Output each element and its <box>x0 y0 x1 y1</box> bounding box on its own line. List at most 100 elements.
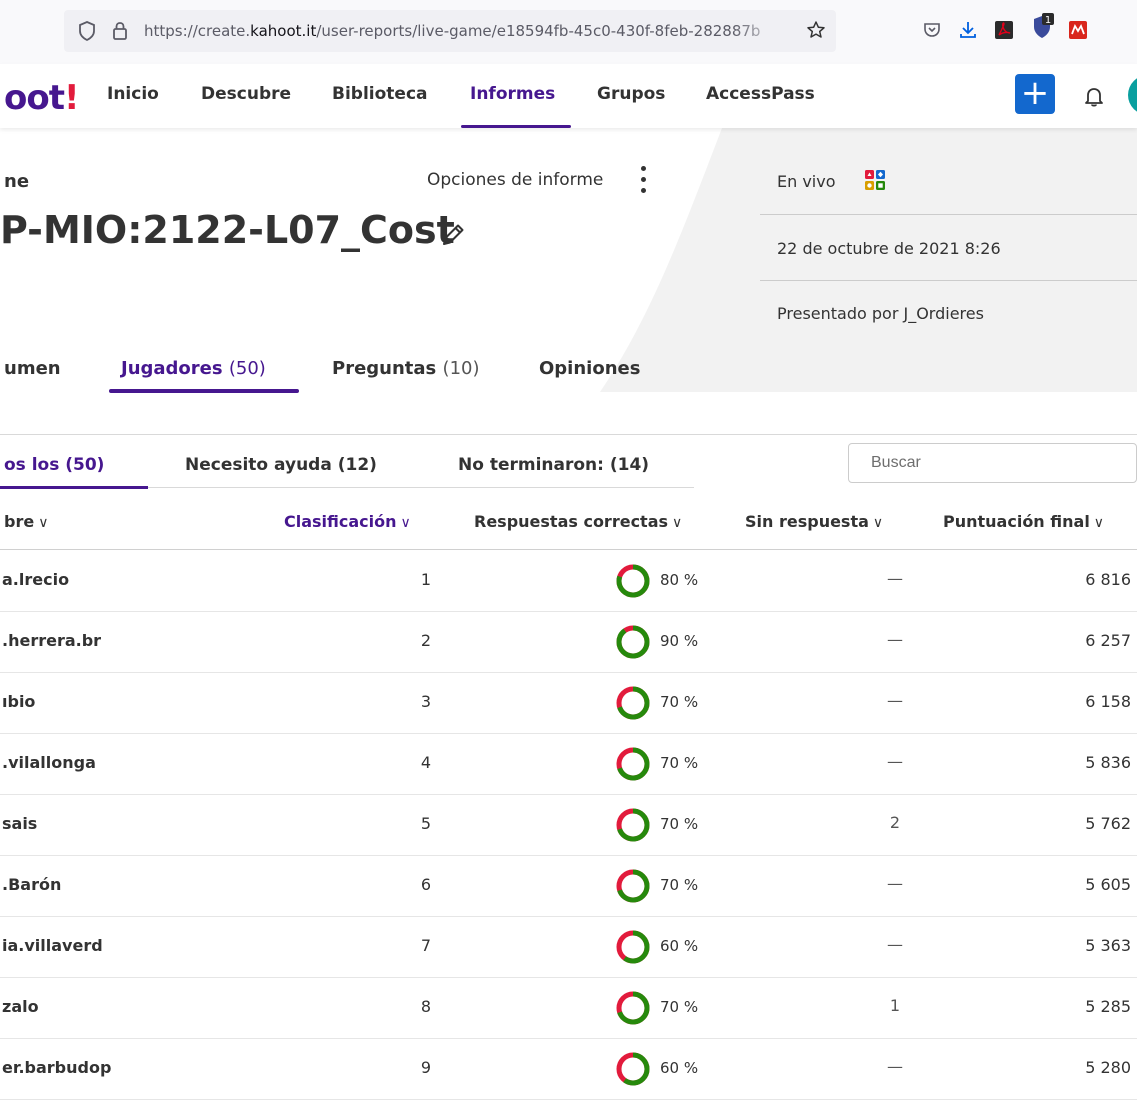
player-rank: 7 <box>420 936 431 955</box>
player-rank: 6 <box>420 875 431 894</box>
extension-red-icon[interactable] <box>1068 20 1088 40</box>
column-header-rank[interactable]: Clasificación ∨ <box>284 512 411 531</box>
live-game-icon <box>865 170 885 190</box>
tab-jugadores[interactable]: Jugadores (50) <box>121 358 266 379</box>
nav-item-descubre[interactable]: Descubre <box>201 84 291 104</box>
unanswered-count: — <box>887 935 903 954</box>
nav-item-biblioteca[interactable]: Biblioteca <box>332 84 428 104</box>
url-text: https://create.kahoot.it/user-reports/li… <box>144 22 761 40</box>
kebab-menu-icon[interactable] <box>636 164 650 194</box>
player-name[interactable]: sais <box>2 814 37 833</box>
correct-answers-percent: 70 % <box>660 876 699 894</box>
report-date: 22 de octubre de 2021 8:26 <box>777 239 1001 258</box>
player-name[interactable]: zalo <box>2 997 39 1016</box>
tab-resumen[interactable]: umen <box>4 358 61 379</box>
tab-opiniones[interactable]: Opiniones <box>539 358 640 379</box>
table-row[interactable]: er.barbudop 9 60 % — 5 280 <box>0 1039 1137 1100</box>
kahoot-logo[interactable]: oot! <box>4 78 79 118</box>
column-header-name[interactable]: bre ∨ <box>4 512 48 531</box>
player-name[interactable]: .vilallonga <box>2 753 96 772</box>
table-row[interactable]: .vilallonga 4 70 % — 5 836 <box>0 734 1137 795</box>
lock-icon[interactable] <box>112 21 128 41</box>
player-rank: 4 <box>420 753 431 772</box>
unanswered-count: — <box>887 1057 903 1076</box>
nav-item-informes[interactable]: Informes <box>470 84 555 104</box>
player-name[interactable]: ıbio <box>2 692 35 711</box>
table-row[interactable]: .herrera.br 2 90 % — 6 257 <box>0 612 1137 673</box>
shield-icon[interactable] <box>78 21 96 41</box>
correct-answers-donut-icon <box>616 869 650 903</box>
final-score: 5 363 <box>1085 936 1131 955</box>
header-background <box>600 128 1137 392</box>
info-divider <box>760 280 1137 281</box>
filter-not-finished[interactable]: No terminaron: (14) <box>458 455 649 475</box>
report-title: P-MIO:2122-L07_Cost <box>0 208 455 252</box>
pocket-icon[interactable] <box>922 20 942 40</box>
final-score: 5 605 <box>1085 875 1131 894</box>
unanswered-count: — <box>887 752 903 771</box>
final-score: 5 836 <box>1085 753 1131 772</box>
unanswered-count: 2 <box>889 813 901 832</box>
correct-answers-percent: 80 % <box>660 571 699 589</box>
nav-item-grupos[interactable]: Grupos <box>597 84 665 104</box>
chevron-down-icon: ∨ <box>672 515 683 531</box>
final-score: 5 285 <box>1085 997 1131 1016</box>
unanswered-count: — <box>887 569 903 588</box>
unanswered-count: — <box>887 630 903 649</box>
final-score: 6 257 <box>1085 631 1131 650</box>
pencil-icon[interactable] <box>440 222 466 248</box>
browser-toolbar: https://create.kahoot.it/user-reports/li… <box>0 0 1137 65</box>
correct-answers-donut-icon <box>616 625 650 659</box>
correct-answers-percent: 60 % <box>660 937 699 955</box>
filter-need-help[interactable]: Necesito ayuda (12) <box>185 455 377 475</box>
download-icon[interactable] <box>958 20 978 40</box>
player-name[interactable]: .herrera.br <box>2 631 101 650</box>
active-tab-indicator <box>109 389 299 393</box>
nav-item-inicio[interactable]: Inicio <box>107 84 159 104</box>
search-input[interactable] <box>848 443 1137 483</box>
game-mode-label: En vivo <box>777 172 836 191</box>
player-name[interactable]: a.lrecio <box>2 570 69 589</box>
chevron-down-icon: ∨ <box>872 515 884 531</box>
player-rank: 5 <box>420 814 431 833</box>
active-filter-indicator <box>0 486 148 489</box>
ublock-badge-count: 1 <box>1045 15 1051 26</box>
report-host: Presentado por J_Ordieres <box>777 304 984 323</box>
correct-answers-percent: 90 % <box>660 632 699 650</box>
column-header-unanswered[interactable]: Sin respuesta ∨ <box>745 512 883 531</box>
table-row[interactable]: .Barón 6 70 % — 5 605 <box>0 856 1137 917</box>
player-name[interactable]: er.barbudop <box>2 1058 111 1077</box>
chevron-down-icon: ∨ <box>38 515 49 531</box>
column-header-correct[interactable]: Respuestas correctas ∨ <box>474 512 682 531</box>
player-rank: 3 <box>420 692 431 711</box>
chevron-down-icon: ∨ <box>400 515 411 531</box>
player-rank: 9 <box>420 1058 431 1077</box>
chevron-down-icon: ∨ <box>1093 515 1105 531</box>
table-row[interactable]: zalo 8 70 % 1 5 285 <box>0 978 1137 1039</box>
player-name[interactable]: ia.villaverd <box>2 936 103 955</box>
unanswered-count: 1 <box>889 996 901 1015</box>
ublock-icon[interactable]: 1 <box>1030 13 1056 41</box>
create-button[interactable]: + <box>1015 74 1055 114</box>
bookmark-star-icon[interactable] <box>806 20 826 40</box>
bell-icon[interactable] <box>1083 85 1105 107</box>
report-options-label[interactable]: Opciones de informe <box>427 170 603 190</box>
correct-answers-donut-icon <box>616 747 650 781</box>
nav-item-accesspass[interactable]: AccessPass <box>706 84 815 104</box>
table-row[interactable]: sais 5 70 % 2 5 762 <box>0 795 1137 856</box>
tab-preguntas[interactable]: Preguntas (10) <box>332 358 480 379</box>
table-row[interactable]: ia.villaverd 7 60 % — 5 363 <box>0 917 1137 978</box>
table-row[interactable]: ıbio 3 70 % — 6 158 <box>0 673 1137 734</box>
column-header-score[interactable]: Puntuación final ∨ <box>943 512 1104 531</box>
correct-answers-donut-icon <box>616 1052 650 1086</box>
filter-all-players[interactable]: os los (50) <box>4 455 104 475</box>
table-row[interactable]: a.lrecio 1 80 % — 6 816 <box>0 551 1137 612</box>
pdf-extension-icon[interactable] <box>994 20 1014 40</box>
final-score: 6 158 <box>1085 692 1131 711</box>
address-bar[interactable]: https://create.kahoot.it/user-reports/li… <box>64 10 836 52</box>
active-nav-indicator <box>461 125 571 128</box>
player-name[interactable]: .Barón <box>2 875 61 894</box>
correct-answers-percent: 60 % <box>660 1059 699 1077</box>
correct-answers-donut-icon <box>616 808 650 842</box>
player-rank: 2 <box>420 631 431 650</box>
